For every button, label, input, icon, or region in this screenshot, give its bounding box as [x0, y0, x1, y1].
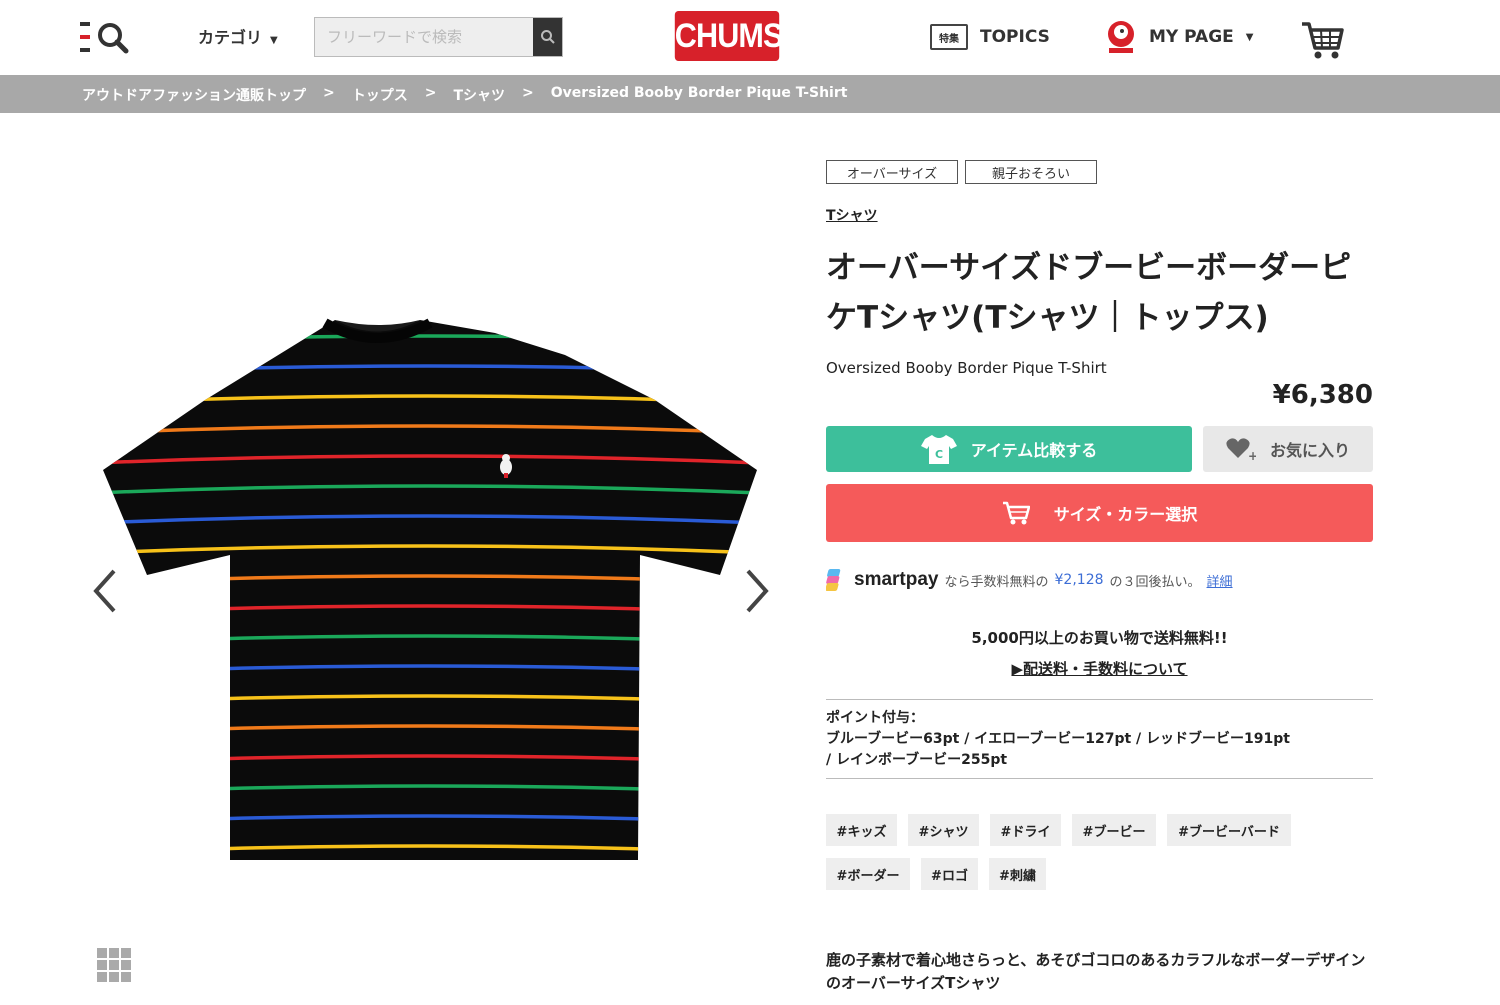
- product-price: ¥6,380: [1272, 380, 1373, 410]
- smartpay-text: なら手数料無料の: [944, 574, 1049, 590]
- smartpay-amount: ¥2,128: [1054, 572, 1104, 588]
- search-input[interactable]: [315, 18, 533, 56]
- breadcrumb-separator: >: [522, 85, 534, 101]
- topics-label: TOPICS: [980, 27, 1050, 47]
- grid-icon[interactable]: [97, 948, 131, 982]
- search-icon: [540, 30, 555, 44]
- size-color-select-button[interactable]: サイズ・カラー選択: [826, 484, 1373, 542]
- smartpay-info: smartpay なら手数料無料の ¥2,128 の３回後払い。 詳細: [826, 568, 1233, 592]
- size-color-label: サイズ・カラー選択: [1053, 505, 1198, 524]
- product-description: 鹿の子素材で着心地さらっと、あそびゴコロのあるカラフルなボーダーデザインのオーバ…: [826, 951, 1366, 992]
- category-dropdown[interactable]: カテゴリ ▼: [198, 24, 278, 48]
- site-header: カテゴリ ▼ CHUMS 特集 TOPICS MY PAGE ▼: [0, 0, 1500, 76]
- hashtag-logo[interactable]: #ロゴ: [921, 858, 978, 890]
- smartpay-logo-icon: [826, 569, 841, 591]
- topics-link[interactable]: 特集 TOPICS: [930, 24, 1050, 50]
- hashtag-border[interactable]: #ボーダー: [826, 858, 910, 890]
- breadcrumb-item-top[interactable]: アウトドアファッション通販トップ: [82, 85, 306, 105]
- mypage-link[interactable]: MY PAGE ▼: [1105, 20, 1253, 54]
- mypage-label: MY PAGE: [1149, 27, 1234, 47]
- caret-down-icon: ▼: [270, 35, 278, 46]
- hashtag-dry[interactable]: #ドライ: [990, 814, 1061, 846]
- points-label: ポイント付与：: [826, 710, 924, 726]
- tshirt-icon: C: [920, 435, 957, 464]
- divider: [826, 778, 1373, 779]
- product-name-en: Oversized Booby Border Pique T-Shirt: [826, 359, 1107, 377]
- category-link[interactable]: Tシャツ: [826, 205, 878, 225]
- hashtag-booby[interactable]: #ブービー: [1072, 814, 1156, 846]
- compare-label: アイテム比較する: [970, 441, 1098, 460]
- search-box: [314, 17, 563, 57]
- shipping-fee-link[interactable]: ▶配送料・手数料について: [826, 658, 1373, 679]
- hashtag-kids[interactable]: #キッズ: [826, 814, 897, 846]
- compare-button[interactable]: C アイテム比較する: [826, 426, 1192, 472]
- breadcrumb-item-tops[interactable]: トップス: [352, 85, 408, 105]
- breadcrumb: アウトドアファッション通販トップ > トップス > Tシャツ > Oversiz…: [0, 75, 1500, 113]
- category-label: カテゴリ: [198, 28, 263, 47]
- free-shipping-notice: 5,000円以上のお買い物で送料無料!!: [971, 629, 1228, 647]
- favorite-button[interactable]: + お気に入り: [1203, 426, 1373, 472]
- tag-badge-oversize[interactable]: オーバーサイズ: [826, 160, 958, 184]
- chevron-right-icon[interactable]: [742, 568, 772, 614]
- breadcrumb-separator: >: [323, 85, 335, 101]
- caret-down-icon: ▼: [1245, 31, 1254, 43]
- smartpay-detail-link[interactable]: 詳細: [1207, 571, 1233, 590]
- chums-logo[interactable]: CHUMS: [674, 11, 783, 61]
- cart-small-icon: [1002, 501, 1030, 525]
- hashtag-booby-bird[interactable]: #ブービーバード: [1167, 814, 1291, 846]
- breadcrumb-item-tshirt[interactable]: Tシャツ: [453, 85, 505, 105]
- points-line: / レインボーブービー255pt: [826, 752, 1008, 768]
- tag-badge-family[interactable]: 親子おそろい: [965, 160, 1097, 184]
- product-title-line: オーバーサイズドブービーボーダーピ: [826, 250, 1352, 286]
- cart-icon[interactable]: [1300, 18, 1344, 62]
- divider: [826, 699, 1373, 700]
- search-button[interactable]: [533, 18, 562, 56]
- svg-text:C: C: [935, 448, 943, 461]
- points-info: ポイント付与： ブルーブービー63pt / イエローブービー127pt / レッ…: [826, 708, 1373, 771]
- product-title-line: ケTシャツ(Tシャツ｜トップス): [826, 300, 1269, 336]
- hashtag-embroidery[interactable]: #刺繍: [989, 858, 1046, 890]
- login-avatar-icon: [1108, 21, 1134, 53]
- product-title: オーバーサイズドブービーボーダーピ ケTシャツ(Tシャツ｜トップス): [826, 243, 1386, 343]
- breadcrumb-item-current: Oversized Booby Border Pique T-Shirt: [550, 85, 848, 101]
- smartpay-brand: smartpay: [854, 569, 939, 590]
- heart-icon: +: [1226, 438, 1256, 461]
- svg-text:+: +: [1248, 449, 1256, 461]
- menu-search-icon[interactable]: [80, 20, 130, 54]
- favorite-label: お気に入り: [1269, 441, 1350, 460]
- breadcrumb-separator: >: [424, 85, 437, 101]
- shipping-fee-link-label: ▶配送料・手数料について: [1011, 660, 1188, 678]
- product-image: [95, 305, 760, 865]
- smartpay-text: の３回後払い。: [1109, 574, 1201, 590]
- points-line: ブルーブービー63pt / イエローブービー127pt / レッドブービー191…: [826, 731, 1290, 747]
- hashtag-shirt[interactable]: #シャツ: [908, 814, 979, 846]
- topics-icon: 特集: [930, 24, 968, 50]
